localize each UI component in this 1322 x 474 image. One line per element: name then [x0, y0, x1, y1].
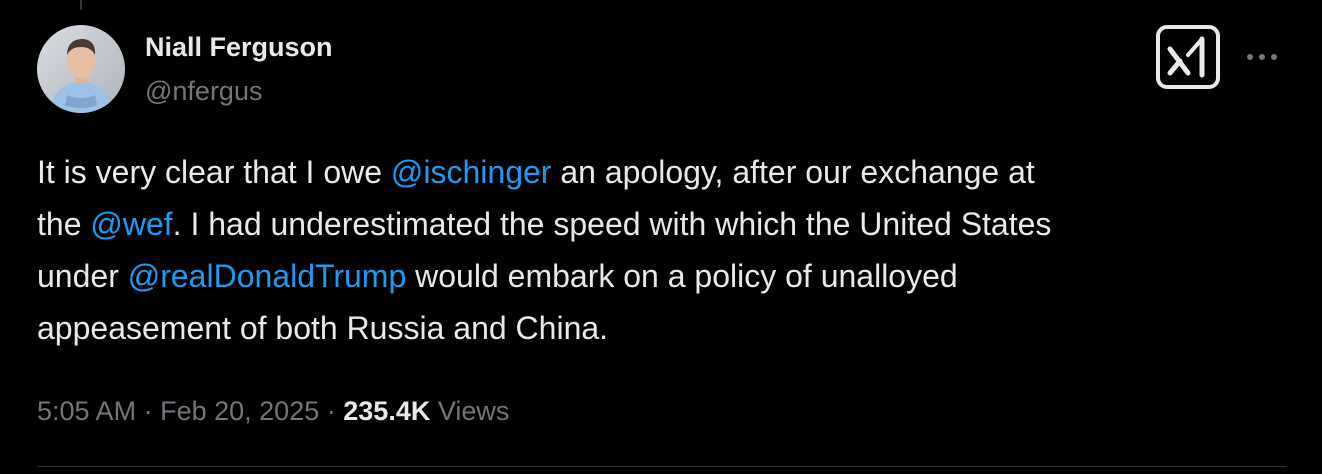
- tweet-text-segment: It is very clear that I owe: [37, 154, 391, 190]
- tweet-line: appeasement of both Russia and China.: [37, 302, 1287, 354]
- tweet-text-segment: an apology, after our exchange at: [551, 154, 1035, 190]
- tweet-text-segment: under: [37, 258, 128, 294]
- tweet-time: 5:05 AM: [37, 396, 137, 426]
- tweet-text-segment: appeasement of both Russia and China.: [37, 310, 609, 346]
- meta-separator: ·: [326, 396, 336, 426]
- author-handle[interactable]: @nfergus: [145, 74, 262, 108]
- grok-icon: [1156, 25, 1220, 89]
- mention-link-wef[interactable]: @wef: [90, 206, 172, 242]
- author-display-name[interactable]: Niall Ferguson: [145, 30, 333, 64]
- views-count: 235.4K: [343, 396, 431, 426]
- mention-link-ischinger[interactable]: @ischinger: [391, 154, 552, 190]
- tweet-line: the @wef. I had underestimated the speed…: [37, 198, 1287, 250]
- grok-button[interactable]: [1156, 25, 1220, 89]
- tweet-text-segment: would embark on a policy of unalloyed: [406, 258, 958, 294]
- views-label: Views: [437, 396, 510, 426]
- tweet-timestamp[interactable]: 5:05 AM · Feb 20, 2025: [37, 396, 319, 426]
- more-dots-icon: [1247, 54, 1277, 60]
- tweet-text-segment: the: [37, 206, 91, 242]
- avatar[interactable]: [37, 25, 125, 113]
- meta-separator: ·: [143, 396, 153, 426]
- mention-link-realdonaldtrump[interactable]: @realDonaldTrump: [128, 258, 407, 294]
- thread-connector-line: [80, 0, 82, 10]
- tweet-text-segment: . I had underestimated the speed with wh…: [172, 206, 1052, 242]
- more-options-button[interactable]: [1242, 42, 1282, 72]
- tweet-line: under @realDonaldTrump would embark on a…: [37, 250, 1287, 302]
- tweet-line: It is very clear that I owe @ischinger a…: [37, 146, 1287, 198]
- tweet-text: It is very clear that I owe @ischinger a…: [37, 146, 1287, 354]
- divider: [37, 466, 1287, 467]
- tweet-date: Feb 20, 2025: [160, 396, 320, 426]
- tweet-metadata: 5:05 AM · Feb 20, 2025 · 235.4K Views: [37, 393, 509, 429]
- profile-photo-icon: [37, 25, 125, 113]
